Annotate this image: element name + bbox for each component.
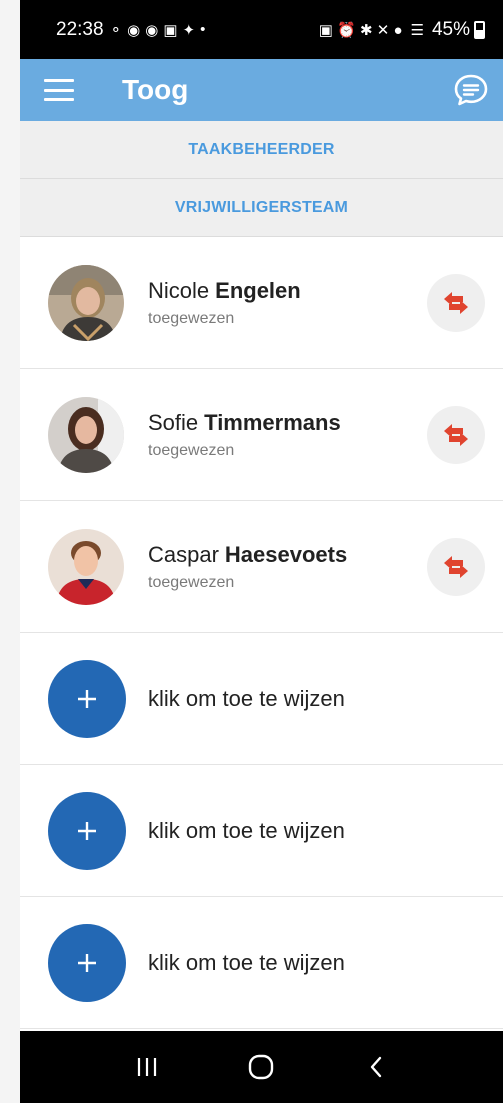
assign-prompt[interactable]: klik om toe te wijzen [148, 950, 345, 976]
add-assignee-button[interactable] [48, 791, 126, 870]
assignment-status: toegewezen [148, 441, 235, 459]
plus-icon [78, 689, 96, 708]
assignee-info: Nicole Engelen toegewezen [148, 278, 427, 328]
last-name: Haesevoets [224, 541, 348, 567]
page-title: Toog [122, 74, 189, 105]
last-name: Engelen [215, 277, 301, 303]
first-name: Nicole [148, 277, 210, 303]
list-item-assigned[interactable]: Caspar Haesevoets toegewezen [20, 501, 503, 633]
first-name: Caspar [148, 541, 219, 567]
home-icon[interactable] [241, 1047, 281, 1087]
assignee-name: Sofie Timmermans [148, 410, 427, 436]
assignment-status: toegewezen [148, 573, 235, 591]
app-frame: 22:38 ⚬ ◉ ◉ ▣ ✦ • ▣ ⏰ ✱ ✕ ● ☰ 45% Toog T… [0, 0, 503, 1103]
plus-icon [78, 821, 96, 840]
assignee-info: Caspar Haesevoets toegewezen [148, 542, 427, 592]
list-item-open-slot[interactable]: klik om toe te wijzen [20, 633, 503, 765]
swap-button[interactable] [427, 537, 485, 596]
battery-icon [474, 20, 485, 39]
tab-taakbeheerder[interactable]: TAAKBEHEERDER [20, 121, 503, 179]
assign-prompt[interactable]: klik om toe te wijzen [148, 818, 345, 844]
twitter-icon: ✦ [182, 21, 196, 39]
battery-indicator: 45% [432, 19, 485, 41]
chat-bubble-icon[interactable] [453, 72, 489, 108]
plus-icon [78, 953, 96, 972]
dot-icon: • [200, 21, 206, 38]
list-item-open-slot[interactable]: klik om toe te wijzen [20, 765, 503, 897]
swap-arrows-icon [444, 291, 468, 314]
list-item-assigned[interactable]: Sofie Timmermans toegewezen [20, 369, 503, 501]
avatar [48, 396, 124, 473]
whatsapp-icon: ⚬ [109, 21, 123, 39]
status-left: 22:38 ⚬ ◉ ◉ ▣ ✦ • [56, 19, 205, 41]
assignee-name: Caspar Haesevoets [148, 542, 427, 568]
status-right: ▣ ⏰ ✱ ✕ ● ☰ 45% [319, 19, 485, 41]
system-status-icons: ▣ ⏰ ✱ ✕ ● [318, 21, 403, 39]
left-border [0, 0, 20, 1103]
facebook-icon: ◉ [127, 21, 141, 39]
avatar [48, 528, 124, 605]
swap-arrows-icon [444, 423, 468, 446]
swap-arrows-icon [444, 555, 468, 578]
assignment-status: toegewezen [148, 309, 235, 327]
last-name: Timmermans [204, 409, 341, 435]
back-icon[interactable] [356, 1047, 396, 1087]
hamburger-menu-icon[interactable] [44, 79, 74, 101]
status-bar: 22:38 ⚬ ◉ ◉ ▣ ✦ • ▣ ⏰ ✱ ✕ ● ☰ 45% [20, 0, 503, 59]
notification-icons: ⚬ ◉ ◉ ▣ ✦ • [110, 21, 206, 39]
wifi-signal-icon: ☰ [410, 21, 424, 39]
first-name: Sofie [148, 409, 199, 435]
assign-prompt[interactable]: klik om toe te wijzen [148, 686, 345, 712]
battery-percent: 45% [431, 18, 470, 40]
recent-apps-icon[interactable] [127, 1047, 167, 1087]
swap-button[interactable] [427, 273, 485, 332]
system-navigation-bar [20, 1031, 503, 1103]
facebook-icon-2: ◉ [145, 21, 159, 39]
add-assignee-button[interactable] [48, 659, 126, 738]
avatar [48, 264, 124, 341]
list-item-assigned[interactable]: Nicole Engelen toegewezen [20, 237, 503, 369]
phone-screen: 22:38 ⚬ ◉ ◉ ▣ ✦ • ▣ ⏰ ✱ ✕ ● ☰ 45% Toog T… [20, 0, 503, 1103]
list-item-open-slot[interactable]: klik om toe te wijzen [20, 897, 503, 1029]
assignee-name: Nicole Engelen [148, 278, 427, 304]
status-time: 22:38 [56, 18, 104, 40]
tab-vrijwilligersteam[interactable]: VRIJWILLIGERSTEAM [20, 179, 503, 237]
app-bar: Toog [20, 59, 503, 121]
app-notification-icon: ▣ [163, 21, 178, 39]
add-assignee-button[interactable] [48, 923, 126, 1002]
assignee-info: Sofie Timmermans toegewezen [148, 410, 427, 460]
swap-button[interactable] [427, 405, 485, 464]
